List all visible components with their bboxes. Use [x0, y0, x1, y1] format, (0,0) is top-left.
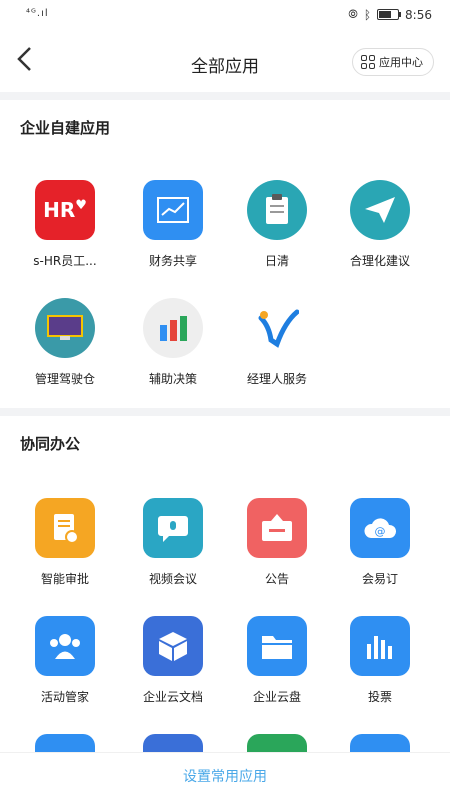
app-item[interactable]: 视频会议 — [118, 498, 228, 587]
navigation-bar: 全部应用 应用中心 — [0, 34, 450, 90]
app-label: 会易订 — [361, 572, 398, 586]
section-divider — [0, 92, 450, 100]
app-item[interactable]: 公告 — [222, 498, 332, 587]
bar-chart-icon — [143, 298, 203, 358]
announcement-icon — [247, 498, 307, 558]
battery-level — [379, 11, 392, 18]
app-item[interactable]: 经理人服务 — [222, 298, 332, 387]
vote-bars-icon — [350, 616, 410, 676]
app-label: 财务共享 — [148, 254, 197, 268]
v-logo-icon — [247, 298, 307, 358]
cube-icon — [143, 616, 203, 676]
monitor-icon — [35, 298, 95, 358]
app-icon-partial[interactable] — [35, 734, 95, 754]
app-item[interactable]: 活动管家 — [10, 616, 120, 705]
app-center-button[interactable]: 应用中心 — [352, 48, 434, 76]
app-label: s-HR员工... — [33, 254, 97, 268]
app-label: 智能审批 — [40, 572, 89, 586]
app-label: 企业云盘 — [252, 690, 301, 704]
app-item[interactable]: 财务共享 — [118, 180, 228, 269]
app-label: 视频会议 — [148, 572, 197, 586]
chart-icon — [143, 180, 203, 240]
app-item[interactable]: 智能审批 — [10, 498, 120, 587]
app-item[interactable]: 辅助决策 — [118, 298, 228, 387]
clipboard-icon — [247, 180, 307, 240]
section-title-enterprise: 企业自建应用 — [20, 119, 111, 137]
app-label: 公告 — [264, 572, 289, 586]
bluetooth-icon: ᛒ — [363, 7, 372, 22]
people-icon — [35, 616, 95, 676]
app-item[interactable]: 合理化建议 — [325, 180, 435, 269]
app-label: 投票 — [367, 690, 392, 704]
app-item[interactable]: 企业云盘 — [222, 616, 332, 705]
paper-plane-icon — [350, 180, 410, 240]
collaboration-apps-grid: 智能审批 视频会议 公告 @ 会易订活动管家 企业云文档 企业云盘 投票 — [0, 498, 450, 748]
set-favorite-apps-button[interactable]: 设置常用应用 — [0, 752, 450, 801]
app-center-label: 应用中心 — [379, 56, 423, 69]
app-item[interactable]: 日清 — [222, 180, 332, 269]
hr-heart-icon: HR♥ — [35, 180, 95, 240]
app-label: 经理人服务 — [246, 372, 307, 386]
app-item[interactable]: 投票 — [325, 616, 435, 705]
vibrate-icon: ⦾ — [348, 7, 358, 21]
app-icon-partial[interactable] — [143, 734, 203, 754]
signal-indicator: ⁴ᴳ.ıl — [26, 8, 49, 19]
app-label: 企业云文档 — [142, 690, 203, 704]
app-item[interactable]: 企业云文档 — [118, 616, 228, 705]
app-item[interactable]: 管理驾驶仓 — [10, 298, 120, 387]
app-item[interactable]: @ 会易订 — [325, 498, 435, 587]
collaboration-apps-overflow-row — [0, 734, 450, 754]
app-label: 日清 — [264, 254, 289, 268]
svg-text:@: @ — [375, 525, 386, 538]
app-label: 活动管家 — [40, 690, 89, 704]
grid-icon — [361, 55, 375, 69]
section-divider — [0, 408, 450, 416]
app-label: 合理化建议 — [349, 254, 410, 268]
section-title-collaboration: 协同办公 — [20, 435, 81, 453]
video-chat-icon — [143, 498, 203, 558]
enterprise-apps-grid: HR♥ s-HR员工... 财务共享 日清 合理化建议管理驾驶仓 辅助决策 经理人服务 — [0, 180, 450, 400]
clock: 8:56 — [405, 7, 432, 22]
folder-icon — [247, 616, 307, 676]
app-icon-partial[interactable] — [350, 734, 410, 754]
battery-icon — [377, 9, 402, 20]
app-label: 管理驾驶仓 — [34, 372, 95, 386]
app-label: 辅助决策 — [148, 372, 197, 386]
status-bar: ⁴ᴳ.ıl ⦾ ᛒ 8:56 — [0, 0, 450, 34]
app-item[interactable]: HR♥ s-HR员工... — [10, 180, 120, 269]
approval-doc-icon — [35, 498, 95, 558]
cloud-at-icon: @ — [350, 498, 410, 558]
app-icon-partial[interactable] — [247, 734, 307, 754]
